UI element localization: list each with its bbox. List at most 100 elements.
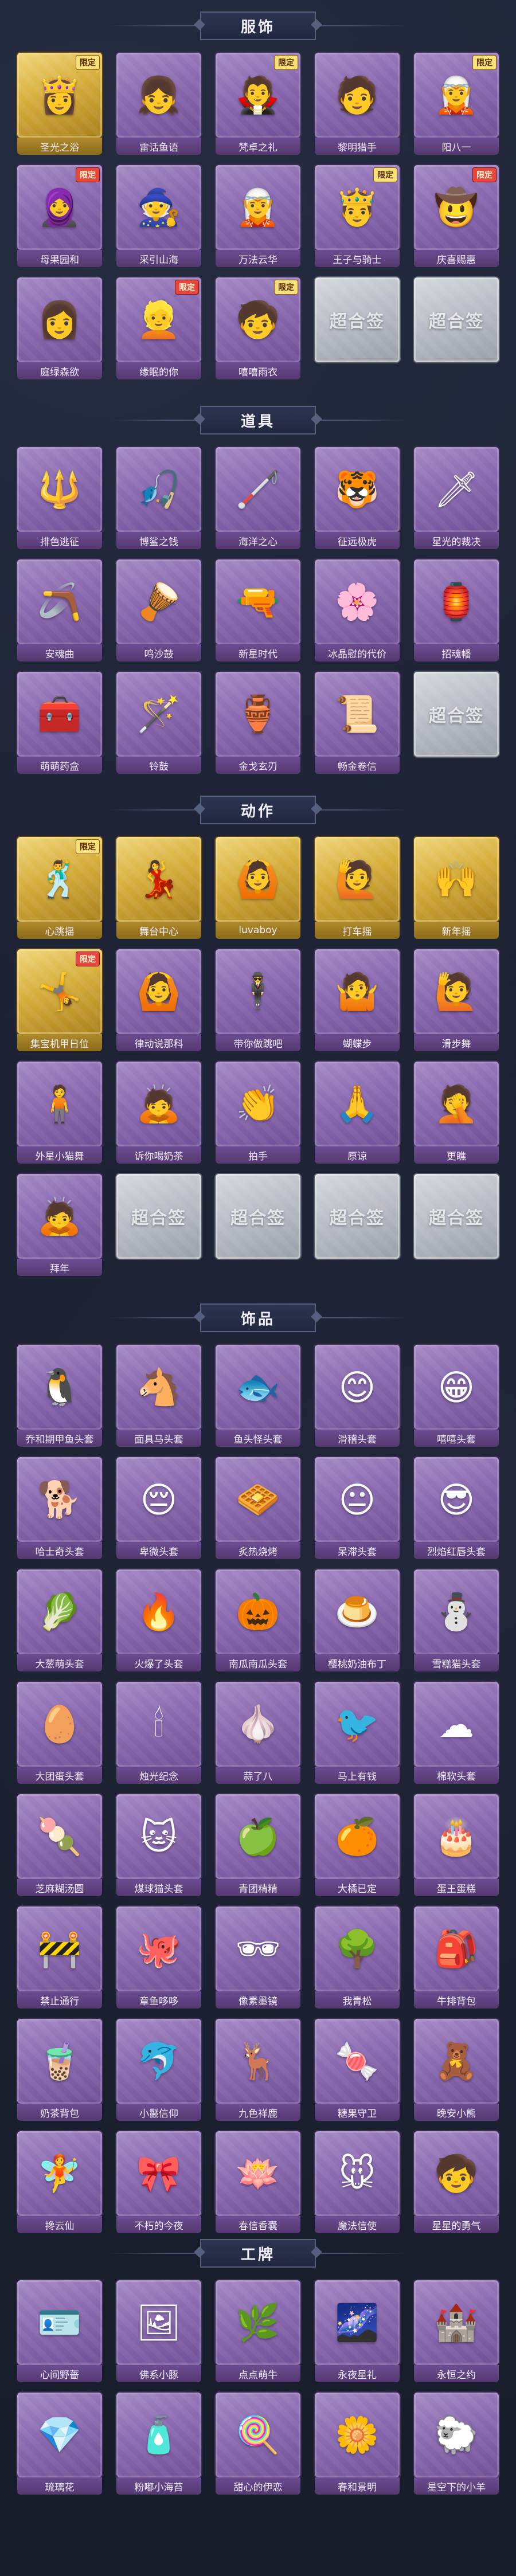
item-card[interactable]: 🧍 外星小猫舞: [17, 1062, 102, 1165]
item-card[interactable]: 🐴 面具马头套: [116, 1345, 201, 1448]
item-card[interactable]: 🐭 魔法信使: [315, 2131, 400, 2234]
item-card[interactable]: 🎣 博鲨之钱: [116, 447, 201, 550]
item-card[interactable]: 🕴 带你做跳吧: [216, 949, 300, 1052]
item-card[interactable]: 🧙 采引山海: [116, 165, 201, 268]
item-card[interactable]: 👧 雷话鱼语: [116, 53, 201, 156]
item-card[interactable]: 🌿 点点萌牛: [216, 2280, 300, 2383]
item-card[interactable]: 🎀 不朽的今夜: [116, 2131, 201, 2234]
item-card[interactable]: 🍭 甜心的伊恋: [216, 2393, 300, 2496]
item-card[interactable]: 🪃 安魂曲: [17, 559, 102, 663]
item-card[interactable]: 😐 呆滞头套: [315, 1457, 400, 1560]
item-card[interactable]: 🥬 大葱萌头套: [17, 1569, 102, 1673]
item-card[interactable]: 🐬 小鬣信仰: [116, 2019, 201, 2122]
item-card[interactable]: 🧑 黎明猎手: [315, 53, 400, 156]
item-card[interactable]: 🗡 星光的裁决: [414, 447, 499, 550]
item-card[interactable]: 🎒 牛排背包: [414, 1906, 499, 2010]
item-card[interactable]: 🔫 新星时代: [216, 559, 300, 663]
item-card[interactable]: 😊 滑稽头套: [315, 1345, 400, 1448]
item-card[interactable]: 🪪 心间野蔷: [17, 2280, 102, 2383]
item-card[interactable]: 🍮 樱桃奶油布丁: [315, 1569, 400, 1673]
item-card[interactable]: 🐱 煤球猫头套: [116, 1794, 201, 1897]
item-card[interactable]: 超合签: [216, 1174, 300, 1277]
item-card[interactable]: 🐯 征远极虎: [315, 447, 400, 550]
item-card[interactable]: 超合签: [414, 1174, 499, 1277]
item-card[interactable]: 🧝 限定 阳八一: [414, 53, 499, 156]
item-card[interactable]: 🕺 限定 心跳摇: [17, 837, 102, 940]
item-card[interactable]: 🙏 原谅: [315, 1062, 400, 1165]
item-card[interactable]: 🐟 鱼头怪头套: [216, 1345, 300, 1448]
item-card[interactable]: 🐕 哈士奇头套: [17, 1457, 102, 1560]
item-card[interactable]: 🌳 我青松: [315, 1906, 400, 2010]
item-card[interactable]: 🎃 南瓜南瓜头套: [216, 1569, 300, 1673]
item-card[interactable]: 🏺 金戈玄刃: [216, 672, 300, 775]
item-card[interactable]: 超合签: [414, 672, 499, 775]
item-card[interactable]: 🤠 限定 庆喜赐惠: [414, 165, 499, 268]
item-card[interactable]: 🍬 糖果守卫: [315, 2019, 400, 2122]
item-card[interactable]: 🙇 诉你喝奶茶: [116, 1062, 201, 1165]
item-card[interactable]: 🙌 新年摇: [414, 837, 499, 940]
item-card[interactable]: 🧚 搀云仙: [17, 2131, 102, 2234]
item-card[interactable]: 🐙 章鱼哆哆: [116, 1906, 201, 2010]
item-card[interactable]: 🪷 春信香囊: [216, 2131, 300, 2234]
item-card[interactable]: 🐧 乔和期甲鱼头套: [17, 1345, 102, 1448]
item-card[interactable]: 🧰 萌萌药盒: [17, 672, 102, 775]
item-card[interactable]: 🧋 奶茶背包: [17, 2019, 102, 2122]
item-card[interactable]: 🧇 炙热烧烤: [216, 1457, 300, 1560]
item-card[interactable]: 🤴 限定 王子与骑士: [315, 165, 400, 268]
item-card[interactable]: 🧛 限定 梵卓之礼: [216, 53, 300, 156]
item-card[interactable]: 🤷 蝴蝶步: [315, 949, 400, 1052]
item-card[interactable]: 🏮 招魂幡: [414, 559, 499, 663]
item-card[interactable]: 🧒 限定 嘻嘻雨衣: [216, 277, 300, 381]
item-card[interactable]: 🧝 万法云华: [216, 165, 300, 268]
item-card[interactable]: 🦌 九色祥鹿: [216, 2019, 300, 2122]
item-card[interactable]: 👏 拍手: [216, 1062, 300, 1165]
item-card[interactable]: 🙆 律动说那科: [116, 949, 201, 1052]
item-card[interactable]: 🌌 永夜星礼: [315, 2280, 400, 2383]
item-card[interactable]: 💃 舞台中心: [116, 837, 201, 940]
item-card[interactable]: 👩 庭绿森欲: [17, 277, 102, 381]
item-card[interactable]: 👱 限定 缘眠的你: [116, 277, 201, 381]
item-card[interactable]: 😁 嘻嘻头套: [414, 1345, 499, 1448]
item-card[interactable]: 🍏 青团精精: [216, 1794, 300, 1897]
item-card[interactable]: 😔 卑微头套: [116, 1457, 201, 1560]
item-card[interactable]: ⛄ 雪糕猫头套: [414, 1569, 499, 1673]
item-card[interactable]: 🤦 更瞧: [414, 1062, 499, 1165]
item-card[interactable]: 🌼 春和景明: [315, 2393, 400, 2496]
item-card[interactable]: 超合签: [315, 1174, 400, 1277]
item-card[interactable]: 🧴 粉嘟小海苔: [116, 2393, 201, 2496]
item-card[interactable]: 🪄 铃鼓: [116, 672, 201, 775]
item-card[interactable]: 🧸 晚安小熊: [414, 2019, 499, 2122]
item-card[interactable]: 🕯 烛光纪念: [116, 1682, 201, 1785]
item-card[interactable]: 🔥 火爆了头套: [116, 1569, 201, 1673]
item-card[interactable]: ☁ 棉软头套: [414, 1682, 499, 1785]
item-card[interactable]: 🧒 星星的勇气: [414, 2131, 499, 2234]
item-card[interactable]: 🙆 luvaboy: [216, 837, 300, 940]
item-card[interactable]: 🏰 永恒之约: [414, 2280, 499, 2383]
item-card[interactable]: 超合签: [116, 1174, 201, 1277]
item-card[interactable]: 🍡 芝麻糊汤圆: [17, 1794, 102, 1897]
item-card[interactable]: 🙇 拜年: [17, 1174, 102, 1277]
item-card[interactable]: 🪘 鸣沙鼓: [116, 559, 201, 663]
item-card[interactable]: 😎 烈焰红唇头套: [414, 1457, 499, 1560]
item-card[interactable]: 🙋 滑步舞: [414, 949, 499, 1052]
item-card[interactable]: 🚧 禁止通行: [17, 1906, 102, 2010]
item-card[interactable]: 🖼 佛系小豚: [116, 2280, 201, 2383]
item-card[interactable]: 🥚 大团蛋头套: [17, 1682, 102, 1785]
item-card[interactable]: 🧄 蒜了八: [216, 1682, 300, 1785]
item-card[interactable]: 🤸 限定 集宝机甲日位: [17, 949, 102, 1052]
item-card[interactable]: 🍊 大橘已定: [315, 1794, 400, 1897]
item-card[interactable]: 💎 琉璃花: [17, 2393, 102, 2496]
item-card[interactable]: 🦯 海洋之心: [216, 447, 300, 550]
item-card[interactable]: 🐦 马上有钱: [315, 1682, 400, 1785]
item-card[interactable]: 超合签: [414, 277, 499, 381]
item-card[interactable]: 🕶 像素墨镜: [216, 1906, 300, 2010]
item-card[interactable]: 📜 畅金卷信: [315, 672, 400, 775]
item-card[interactable]: 🎂 蛋王蛋糕: [414, 1794, 499, 1897]
item-card[interactable]: 超合签: [315, 277, 400, 381]
item-card[interactable]: 🐑 星空下的小羊: [414, 2393, 499, 2496]
item-card[interactable]: 🧕 限定 母果园和: [17, 165, 102, 268]
item-card[interactable]: 🌸 冰晶慰的代价: [315, 559, 400, 663]
item-card[interactable]: 🔱 排色逃征: [17, 447, 102, 550]
item-card[interactable]: 👸 限定 圣光之浴: [17, 53, 102, 156]
item-card[interactable]: 🙋 打车摇: [315, 837, 400, 940]
